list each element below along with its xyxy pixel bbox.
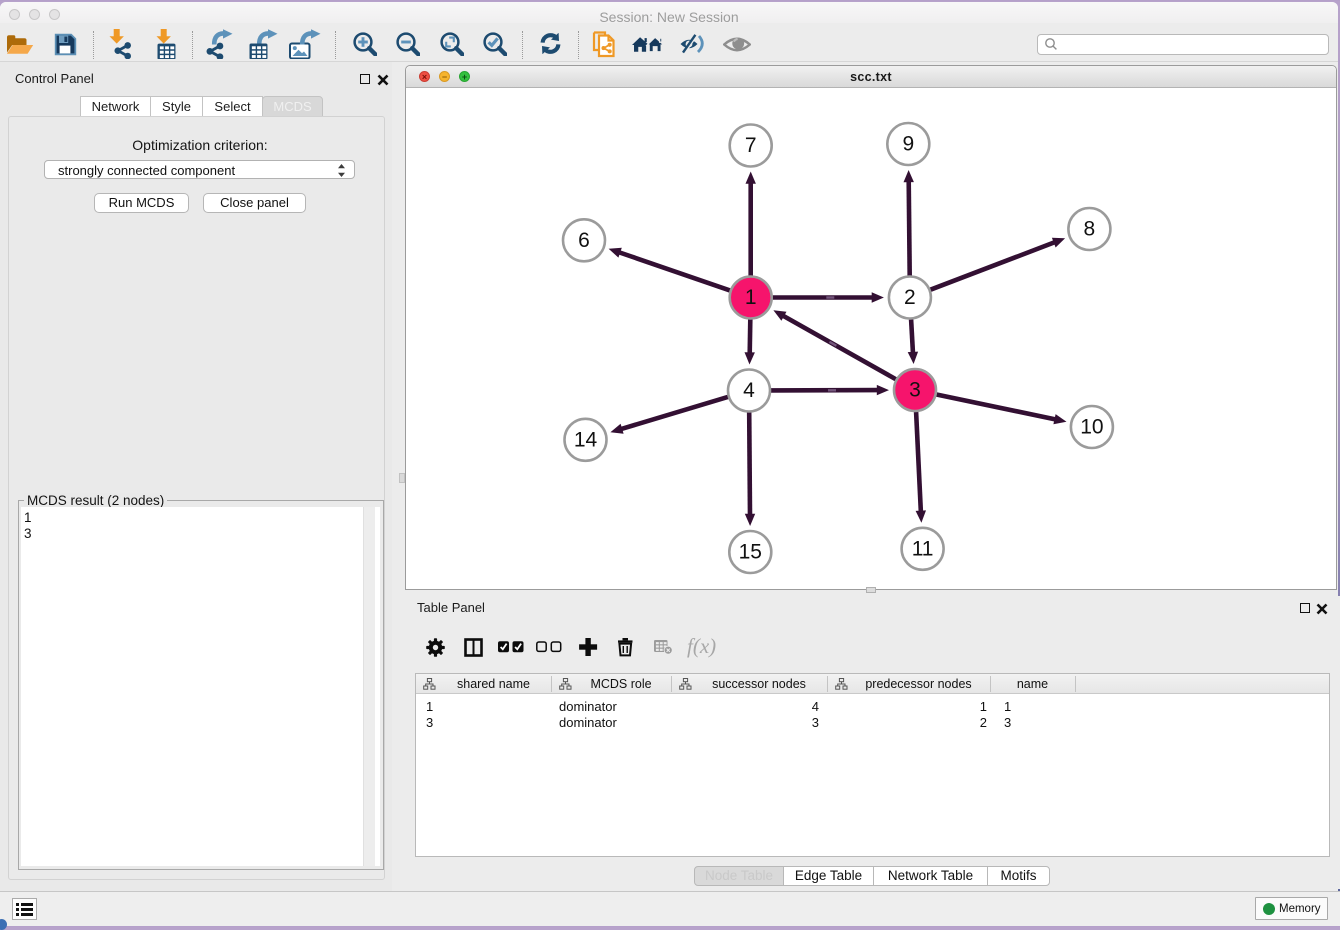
svg-text:3: 3: [909, 379, 921, 402]
svg-text:10: 10: [1080, 416, 1103, 439]
svg-text:4: 4: [743, 379, 755, 402]
svg-text:14: 14: [574, 428, 598, 451]
svg-text:1: 1: [745, 286, 757, 309]
svg-text:6: 6: [578, 229, 590, 252]
svg-text:9: 9: [902, 133, 914, 156]
svg-text:11: 11: [912, 537, 934, 560]
svg-text:8: 8: [1084, 218, 1096, 241]
svg-text:7: 7: [745, 134, 757, 157]
svg-text:2: 2: [904, 286, 916, 309]
svg-text:15: 15: [739, 541, 762, 564]
